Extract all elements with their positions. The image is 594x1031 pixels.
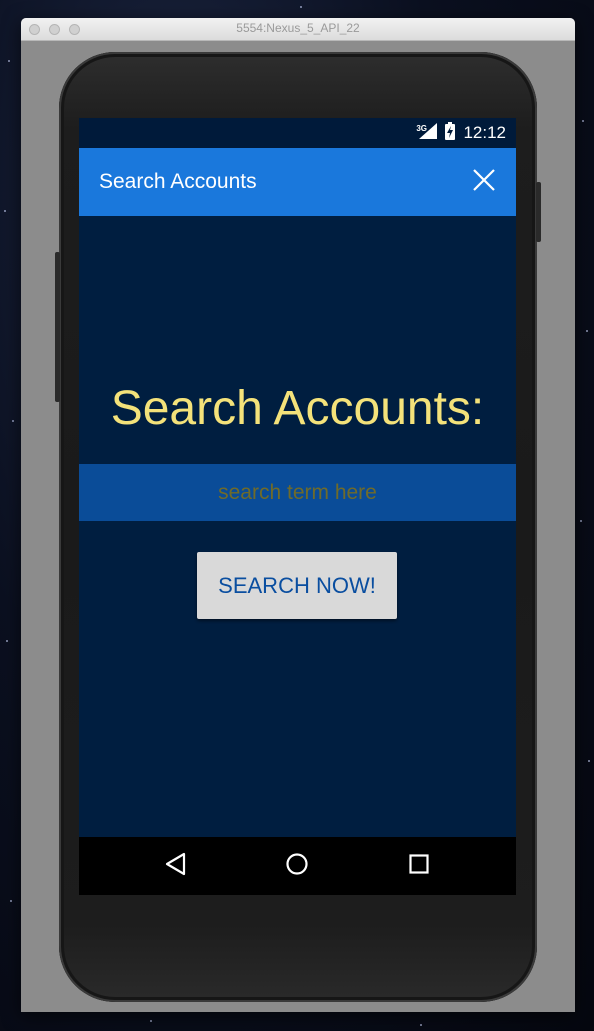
window-titlebar[interactable]: 5554:Nexus_5_API_22 [21,18,575,41]
back-button[interactable] [161,851,191,881]
status-clock: 12:12 [463,123,506,142]
home-circle-icon [285,852,309,881]
search-input[interactable] [79,463,516,522]
window-title: 5554:Nexus_5_API_22 [236,21,360,35]
close-button[interactable] [466,164,502,200]
search-bar [79,463,516,522]
page-heading: Search Accounts: [110,382,485,435]
power-button [536,182,541,242]
close-icon [472,168,496,197]
recents-button[interactable] [404,851,434,881]
recents-square-icon [408,853,430,880]
back-triangle-icon [165,852,187,881]
search-now-button[interactable]: SEARCH NOW! [197,552,397,619]
battery-icon [445,121,456,145]
app-bar-title: Search Accounts [99,170,257,193]
signal-icon [419,122,438,144]
status-bar: 3G 12:12 [79,118,516,148]
app-bar: Search Accounts [79,148,516,216]
home-button[interactable] [282,851,312,881]
volume-button [55,252,60,402]
navigation-bar [79,837,516,895]
phone-screen: 3G 12:12 Search Accounts Search Accounts… [79,118,516,895]
